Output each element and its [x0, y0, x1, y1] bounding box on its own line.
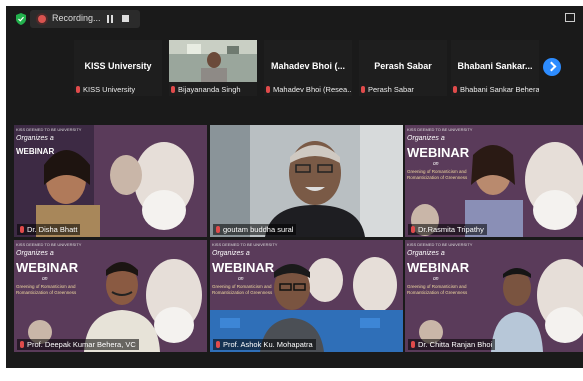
meeting-top-bar: Recording...	[6, 6, 583, 32]
thumbnail-label: Bijayananda Singh	[171, 85, 241, 94]
view-options-icon[interactable]	[565, 13, 575, 22]
thumbnail-bijayananda-singh[interactable]: Bijayananda Singh	[169, 40, 257, 96]
participant-name-label: Prof. Ashok Ku. Mohapatra	[213, 339, 316, 350]
video-tile-chitta-ranjan-bhoi[interactable]: KISS DEEMED TO BE UNIVERSITY Organizes a…	[405, 240, 583, 352]
muted-mic-icon	[411, 226, 415, 233]
muted-mic-icon	[266, 86, 270, 93]
stop-recording-icon[interactable]	[122, 15, 129, 22]
thumbnail-label: KISS University	[76, 85, 135, 94]
thumbnail-label: Mahadev Bhoi (Resea...	[266, 85, 352, 94]
muted-mic-icon	[76, 86, 80, 93]
muted-mic-icon	[216, 226, 220, 233]
video-tile-rasmita-tripathy[interactable]: KISS DEEMED TO BE UNIVERSITY Organizes a…	[405, 125, 583, 237]
participant-thumbnail-strip: KISS University KISS University Bijayana…	[74, 40, 544, 96]
recording-dot-icon	[38, 15, 46, 23]
security-shield-icon[interactable]	[16, 13, 26, 25]
thumbnail-mahadev-bhoi[interactable]: Mahadev Bhoi (... Mahadev Bhoi (Resea...	[264, 40, 352, 96]
video-tile-ashok-mohapatra[interactable]: KISS DEEMED TO BE UNIVERSITY Organizes a…	[210, 240, 403, 352]
thumbnail-name: KISS University	[84, 61, 152, 71]
thumbnail-name: Mahadev Bhoi (...	[270, 61, 345, 71]
participant-name-label: Dr. Chitta Ranjan Bhoi	[408, 339, 496, 350]
participant-name-label: goutam buddha sural	[213, 224, 297, 235]
muted-mic-icon	[20, 226, 24, 233]
thumbnail-name: Bhabani Sankar...	[457, 61, 533, 71]
muted-mic-icon	[411, 341, 415, 348]
thumbnail-perash-sabar[interactable]: Perash Sabar Perash Sabar	[359, 40, 447, 96]
next-page-arrow-icon[interactable]	[543, 58, 561, 76]
participant-video	[169, 40, 257, 82]
thumbnail-bhabani-sankar[interactable]: Bhabani Sankar... Bhabani Sankar Behera	[451, 40, 539, 96]
muted-mic-icon	[453, 86, 457, 93]
video-tile-disha-bhatt[interactable]: KISS DEEMED TO BE UNIVERSITY Organizes a…	[14, 125, 207, 237]
participant-video	[210, 125, 403, 237]
participant-name-label: Prof. Deepak Kumar Behera, VC	[17, 339, 139, 350]
participant-name-label: Dr.Rasmita Tripathy	[408, 224, 487, 235]
recording-label: Recording...	[52, 13, 101, 23]
participant-name-label: Dr. Disha Bhatt	[17, 224, 81, 235]
video-tile-goutam-buddha-sural[interactable]: goutam buddha sural	[210, 125, 403, 237]
muted-mic-icon	[361, 86, 365, 93]
muted-mic-icon	[20, 341, 24, 348]
thumbnail-label: Perash Sabar	[361, 85, 414, 94]
recording-indicator: Recording...	[30, 10, 140, 28]
pause-recording-icon[interactable]	[106, 15, 114, 23]
thumbnail-kiss-university[interactable]: KISS University KISS University	[74, 40, 162, 96]
thumbnail-label: Bhabani Sankar Behera	[453, 85, 539, 94]
muted-mic-icon	[216, 341, 220, 348]
thumbnail-name: Perash Sabar	[374, 61, 432, 71]
muted-mic-icon	[171, 86, 175, 93]
video-tile-deepak-kumar-behera[interactable]: KISS DEEMED TO BE UNIVERSITY Organizes a…	[14, 240, 207, 352]
zoom-meeting-window: Recording... KISS University KISS Univer…	[6, 6, 583, 368]
